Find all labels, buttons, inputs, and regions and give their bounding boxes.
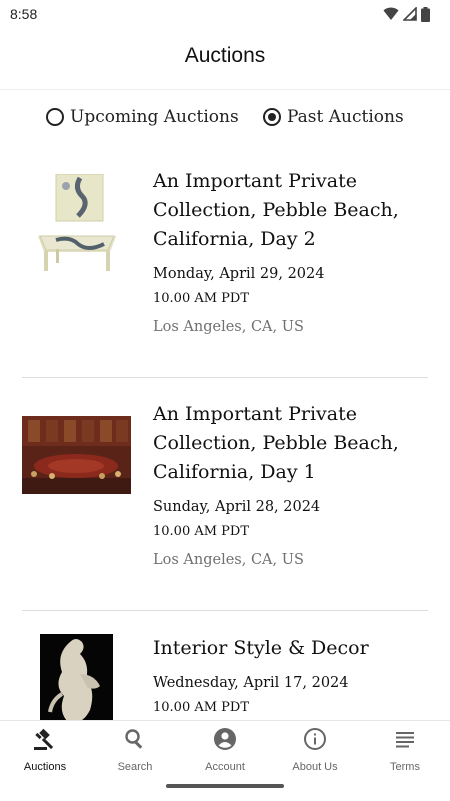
auction-thumbnail [40, 634, 113, 720]
nav-label: About Us [292, 761, 338, 773]
radio-label: Past Auctions [287, 107, 404, 127]
auction-date: Wednesday, April 17, 2024 [153, 675, 349, 691]
radio-label: Upcoming Auctions [70, 107, 239, 127]
info-icon [304, 728, 326, 750]
status-bar: 8:58 [0, 0, 450, 28]
auction-title[interactable]: Interior Style & Decor [153, 634, 433, 663]
auction-time: 10.00 AM PDT [153, 700, 250, 715]
page-title: Auctions [184, 44, 266, 67]
auction-item[interactable]: Interior Style & Decor Wednesday, April … [0, 611, 450, 720]
auction-title-line: Collection, Pebble Beach, [153, 199, 399, 221]
auction-title-line: Interior Style & Decor [153, 637, 369, 659]
auction-title-line: Collection, Pebble Beach, [153, 432, 399, 454]
auction-date: Sunday, April 28, 2024 [153, 499, 321, 515]
past-auctions-radio[interactable]: Past Auctions [263, 104, 404, 130]
auction-title-line: An Important Private [153, 170, 357, 192]
radio-unchecked-icon [46, 108, 64, 126]
auction-filter: Upcoming Auctions Past Auctions [0, 104, 450, 130]
auction-location: Los Angeles, CA, US [153, 552, 304, 568]
radio-checked-icon [263, 108, 281, 126]
nav-label: Search [117, 761, 153, 773]
auction-thumbnail [22, 416, 131, 494]
nav-label: Account [205, 761, 245, 773]
wifi-icon [383, 7, 399, 20]
nav-label: Terms [390, 761, 420, 773]
auction-title-line: California, Day 1 [153, 461, 316, 483]
battery-icon [421, 6, 430, 22]
menu-icon [396, 732, 414, 748]
nav-item-about-us[interactable]: About Us [270, 721, 360, 781]
auction-title-line: California, Day 2 [153, 228, 316, 250]
auction-time: 10.00 AM PDT [153, 524, 250, 539]
auction-location: Los Angeles, CA, US [153, 319, 304, 335]
auction-title[interactable]: An Important Private Collection, Pebble … [153, 167, 433, 254]
gavel-icon [34, 728, 54, 750]
account-icon [214, 728, 236, 750]
signal-icon [403, 7, 417, 21]
nav-item-search[interactable]: Search [90, 721, 180, 781]
nav-item-terms[interactable]: Terms [360, 721, 450, 781]
status-icons [383, 6, 430, 22]
nav-label: Auctions [23, 761, 67, 773]
status-time: 8:58 [10, 6, 38, 22]
header-divider [0, 89, 450, 90]
auction-thumbnail [38, 174, 116, 271]
auction-date: Monday, April 29, 2024 [153, 266, 325, 282]
auction-list[interactable]: An Important Private Collection, Pebble … [0, 150, 450, 720]
nav-item-account[interactable]: Account [180, 721, 270, 781]
search-icon [125, 729, 143, 749]
auction-title-line: An Important Private [153, 403, 357, 425]
auction-time: 10.00 AM PDT [153, 291, 250, 306]
bottom-navigation: Auctions Search Account About Us Terms [0, 720, 450, 801]
auction-item[interactable]: An Important Private Collection, Pebble … [0, 378, 450, 611]
auction-title[interactable]: An Important Private Collection, Pebble … [153, 400, 433, 487]
gesture-bar[interactable] [166, 784, 284, 788]
nav-item-auctions[interactable]: Auctions [0, 721, 90, 781]
auction-item[interactable]: An Important Private Collection, Pebble … [0, 150, 450, 378]
upcoming-auctions-radio[interactable]: Upcoming Auctions [46, 104, 239, 130]
